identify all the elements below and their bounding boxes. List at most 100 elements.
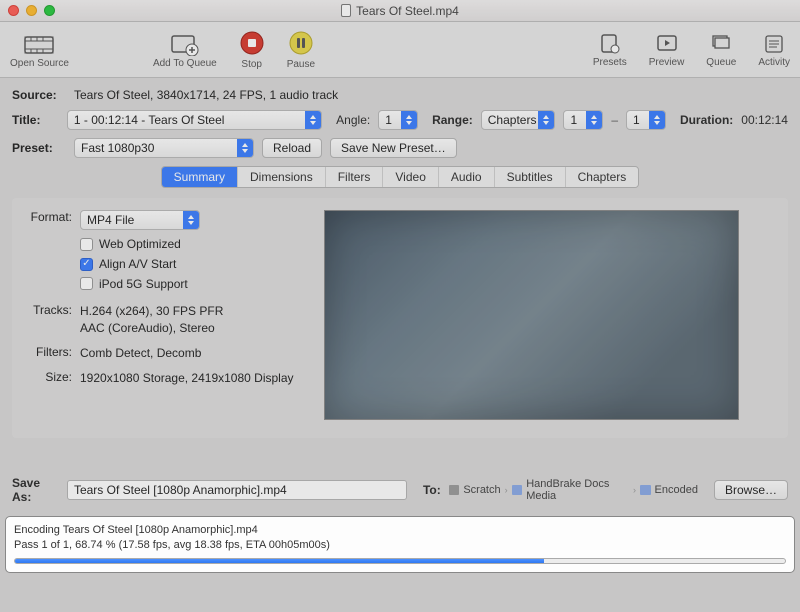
title-label: Title:	[12, 113, 59, 127]
chevron-right-icon: ›	[633, 485, 636, 495]
pause-button[interactable]: Pause	[287, 31, 315, 70]
format-select[interactable]: MP4 File	[80, 210, 200, 230]
size-value: 1920x1080 Storage, 2419x1080 Display	[80, 370, 306, 387]
checkbox-checked-icon: ✓	[80, 258, 93, 271]
web-optimized-label: Web Optimized	[99, 236, 181, 253]
presets-button[interactable]: Presets	[593, 33, 627, 68]
toolbar-label: Queue	[706, 57, 736, 68]
window-title-wrap: Tears Of Steel.mp4	[0, 4, 800, 18]
range-to-select[interactable]: 1	[626, 110, 666, 130]
filters-label: Filters:	[26, 345, 80, 362]
titlebar: Tears Of Steel.mp4	[0, 0, 800, 22]
window-title: Tears Of Steel.mp4	[356, 4, 459, 18]
preset-value: Fast 1080p30	[81, 141, 154, 155]
status-line1: Encoding Tears Of Steel [1080p Anamorphi…	[14, 523, 786, 538]
title-select[interactable]: 1 - 00:12:14 - Tears Of Steel	[67, 110, 322, 130]
open-source-button[interactable]: Open Source	[10, 32, 69, 69]
video-preview	[324, 210, 739, 420]
preview-icon	[656, 33, 678, 55]
chevron-updown-icon	[183, 211, 199, 229]
status-line2: Pass 1 of 1, 68.74 % (17.58 fps, avg 18.…	[14, 538, 786, 553]
tab-audio[interactable]: Audio	[439, 167, 495, 187]
angle-select[interactable]: 1	[378, 110, 418, 130]
reload-button[interactable]: Reload	[262, 138, 322, 158]
range-dash: –	[611, 113, 618, 127]
angle-label: Angle:	[336, 113, 370, 127]
range-from-select[interactable]: 1	[563, 110, 603, 130]
ipod-label: iPod 5G Support	[99, 276, 188, 293]
toolbar: Open Source Add To Queue Stop Pause Pres…	[0, 22, 800, 78]
film-reel-icon	[24, 32, 54, 56]
to-label: To:	[423, 483, 441, 497]
range-mode-value: Chapters	[488, 113, 537, 127]
stop-button[interactable]: Stop	[239, 31, 265, 70]
checkbox-icon	[80, 277, 93, 290]
source-label: Source:	[12, 88, 66, 102]
range-label: Range:	[432, 113, 473, 127]
tab-dimensions[interactable]: Dimensions	[238, 167, 326, 187]
toolbar-label: Pause	[287, 59, 315, 70]
align-av-label: Align A/V Start	[99, 256, 176, 273]
encode-status: Encoding Tears Of Steel [1080p Anamorphi…	[5, 516, 795, 573]
format-value: MP4 File	[87, 212, 134, 229]
toolbar-label: Stop	[241, 59, 262, 70]
size-label: Size:	[26, 370, 80, 387]
duration-value: 00:12:14	[741, 113, 788, 127]
chevron-updown-icon	[237, 139, 253, 157]
chevron-updown-icon	[538, 111, 554, 129]
save-as-value: Tears Of Steel [1080p Anamorphic].mp4	[74, 483, 287, 497]
web-optimized-checkbox[interactable]: Web Optimized	[80, 236, 306, 253]
stop-icon	[239, 31, 265, 57]
tab-chapters[interactable]: Chapters	[566, 167, 639, 187]
chevron-updown-icon	[586, 111, 602, 129]
align-av-checkbox[interactable]: ✓ Align A/V Start	[80, 256, 306, 273]
add-to-queue-button[interactable]: Add To Queue	[153, 32, 217, 69]
folder-icon	[512, 485, 523, 495]
pause-icon	[288, 31, 314, 57]
queue-button[interactable]: Queue	[706, 33, 736, 68]
checkbox-icon	[80, 238, 93, 251]
path-seg: HandBrake Docs Media	[526, 478, 629, 502]
progress-bar	[14, 558, 786, 564]
save-new-preset-button[interactable]: Save New Preset…	[330, 138, 457, 158]
activity-button[interactable]: Activity	[758, 33, 790, 68]
tab-summary[interactable]: Summary	[162, 167, 238, 187]
file-icon	[341, 4, 351, 17]
tracks-value: H.264 (x264), 30 FPS PFR AAC (CoreAudio)…	[80, 303, 306, 337]
progress-fill	[15, 559, 544, 563]
destination-path[interactable]: Scratch › HandBrake Docs Media › Encoded	[449, 478, 698, 502]
range-from-value: 1	[570, 113, 577, 127]
preset-label: Preset:	[12, 141, 66, 155]
chevron-right-icon: ›	[505, 485, 508, 495]
save-row: Save As: Tears Of Steel [1080p Anamorphi…	[0, 468, 800, 512]
ipod-checkbox[interactable]: iPod 5G Support	[80, 276, 306, 293]
path-seg: Scratch	[463, 484, 500, 496]
toolbar-label: Open Source	[10, 58, 69, 69]
browse-button[interactable]: Browse…	[714, 480, 788, 500]
preset-select[interactable]: Fast 1080p30	[74, 138, 254, 158]
presets-icon	[599, 33, 621, 55]
source-text: Tears Of Steel, 3840x1714, 24 FPS, 1 aud…	[74, 88, 338, 102]
toolbar-label: Preview	[649, 57, 685, 68]
tab-video[interactable]: Video	[383, 167, 438, 187]
range-mode-select[interactable]: Chapters	[481, 110, 556, 130]
tab-subtitles[interactable]: Subtitles	[495, 167, 566, 187]
toolbar-label: Presets	[593, 57, 627, 68]
chevron-updown-icon	[401, 111, 417, 129]
queue-icon	[710, 33, 732, 55]
main-content: Source: Tears Of Steel, 3840x1714, 24 FP…	[0, 78, 800, 444]
path-seg: Encoded	[655, 484, 698, 496]
tab-filters[interactable]: Filters	[326, 167, 384, 187]
title-select-value: 1 - 00:12:14 - Tears Of Steel	[74, 113, 225, 127]
format-label: Format:	[26, 210, 80, 295]
save-as-label: Save As:	[12, 476, 59, 504]
folder-icon	[449, 485, 460, 495]
save-as-input[interactable]: Tears Of Steel [1080p Anamorphic].mp4	[67, 480, 407, 500]
angle-value: 1	[385, 113, 392, 127]
range-to-value: 1	[633, 113, 640, 127]
activity-icon	[763, 33, 785, 55]
toolbar-label: Activity	[758, 57, 790, 68]
chevron-updown-icon	[649, 111, 665, 129]
preview-button[interactable]: Preview	[649, 33, 685, 68]
tabs: Summary Dimensions Filters Video Audio S…	[12, 166, 788, 188]
